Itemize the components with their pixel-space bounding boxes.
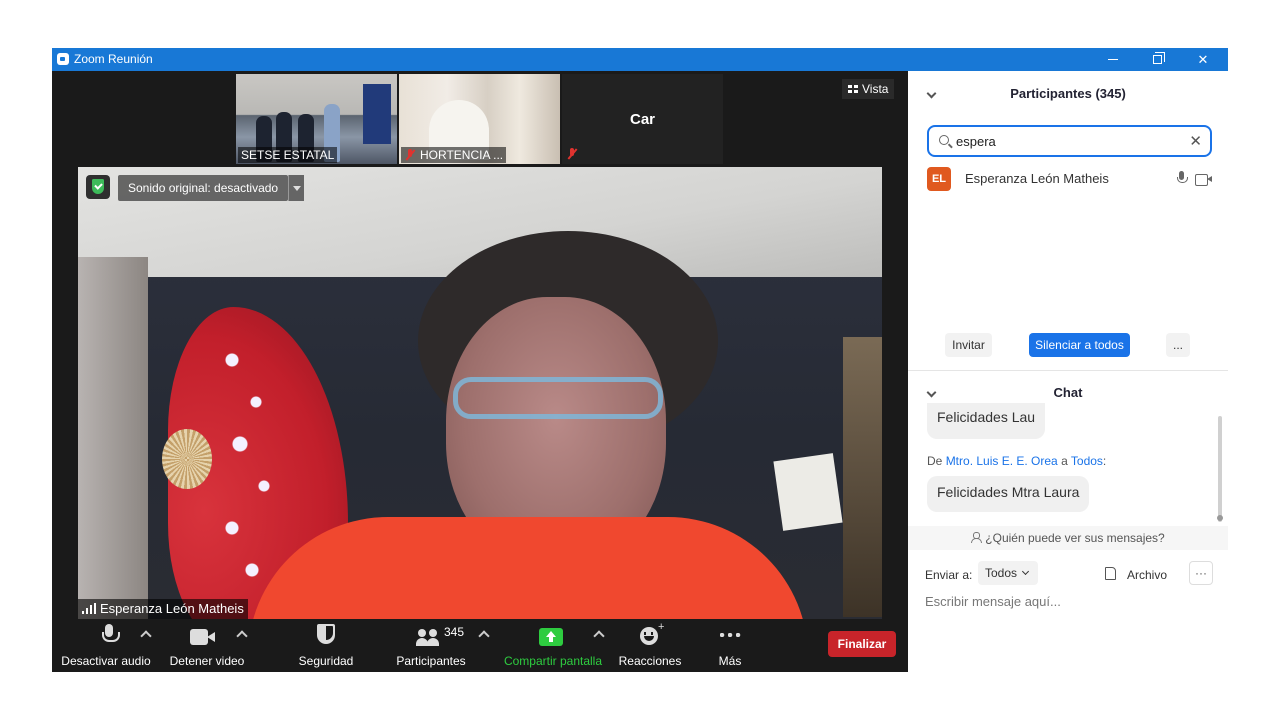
chat-scrollbar[interactable]	[1218, 416, 1222, 522]
chat-message: Felicidades Lau	[927, 403, 1046, 439]
chat-title: Chat	[1053, 385, 1083, 400]
share-screen-icon	[539, 628, 563, 646]
mute-all-button[interactable]: Silenciar a todos	[1029, 333, 1130, 357]
search-value: espera	[956, 134, 996, 149]
thumbnail-name: SETSE ESTATAL	[238, 147, 338, 163]
participant-search-input[interactable]: espera ✕	[927, 125, 1212, 157]
participants-icon	[416, 629, 440, 647]
grid-icon	[848, 85, 858, 93]
reactions-icon	[640, 627, 658, 645]
encryption-shield-icon[interactable]	[86, 175, 110, 199]
participant-row[interactable]: EL Esperanza León Matheis	[927, 167, 1217, 191]
maximize-button[interactable]	[1134, 48, 1180, 71]
audio-options-caret[interactable]	[140, 630, 152, 642]
main-video: Sonido original: desactivado Esperanza L…	[78, 167, 882, 619]
more-button[interactable]: Más	[708, 619, 752, 672]
recipient-link[interactable]: Todos	[1071, 454, 1103, 468]
view-button[interactable]: Vista	[842, 79, 895, 99]
minimize-icon	[1108, 59, 1118, 60]
chat-more-button[interactable]: ···	[1189, 561, 1213, 585]
speaker-name-tag: Esperanza León Matheis	[78, 599, 248, 619]
search-icon	[939, 135, 949, 145]
plus-icon: +	[658, 621, 665, 633]
mute-audio-button[interactable]: Desactivar audio	[56, 619, 156, 672]
restore-icon	[1152, 52, 1165, 64]
signal-icon	[82, 603, 96, 614]
sender-link[interactable]: Mtro. Luis E. E. Orea	[946, 454, 1058, 468]
file-icon[interactable]	[1105, 567, 1116, 580]
thumbnail-banner	[363, 84, 391, 144]
video-camera-icon	[190, 629, 216, 645]
end-meeting-button[interactable]: Finalizar	[828, 631, 896, 657]
minimize-button[interactable]	[1090, 48, 1136, 71]
avatar: EL	[927, 167, 951, 191]
window-title: Zoom Reunión	[74, 52, 153, 66]
chat-message-header: De Mtro. Luis E. E. Orea a Todos:	[927, 454, 1107, 468]
security-button[interactable]: Seguridad	[294, 619, 358, 672]
video-thumbnail[interactable]: SETSE ESTATAL	[236, 74, 397, 164]
person-icon	[971, 532, 983, 543]
video-thumbnail[interactable]: Car	[562, 74, 723, 164]
muted-mic-icon	[566, 148, 578, 160]
clear-search-icon[interactable]: ✕	[1189, 132, 1202, 150]
side-panel: Participantes (345) espera ✕ EL Esperanz…	[908, 71, 1228, 672]
chat-message-input[interactable]: Escribir mensaje aquí...	[925, 594, 1215, 609]
file-button[interactable]: Archivo	[1127, 568, 1167, 582]
microphone-icon	[102, 624, 120, 646]
microphone-icon[interactable]	[1177, 171, 1188, 185]
share-screen-button[interactable]: Compartir pantalla	[502, 619, 605, 672]
participants-button[interactable]: 345 Participantes	[394, 619, 490, 672]
reactions-button[interactable]: + Reacciones	[618, 619, 682, 672]
video-options-caret[interactable]	[236, 630, 248, 642]
panel-divider	[908, 370, 1228, 371]
stop-video-button[interactable]: Detener video	[166, 619, 248, 672]
send-to-dropdown[interactable]: Todos	[978, 561, 1038, 585]
chat-message: Felicidades Mtra Laura	[927, 476, 1090, 512]
thumbnail-name: HORTENCIA ...	[401, 147, 507, 163]
close-button[interactable]: ✕	[1180, 48, 1226, 71]
participants-options-caret[interactable]	[478, 630, 490, 642]
original-sound-button[interactable]: Sonido original: desactivado	[118, 175, 289, 201]
video-camera-icon[interactable]	[1195, 174, 1213, 186]
video-thumbnail[interactable]: HORTENCIA ...	[399, 74, 560, 164]
meeting-toolbar: Desactivar audio Detener video Seguridad…	[52, 619, 908, 672]
title-bar: Zoom Reunión ✕	[52, 48, 1228, 71]
close-icon: ✕	[1197, 51, 1209, 67]
participants-count: 345	[444, 625, 465, 639]
who-can-see-link[interactable]: ¿Quién puede ver sus mensajes?	[908, 526, 1228, 550]
chat-scrollbar-thumb[interactable]	[1217, 515, 1223, 521]
meeting-area: SETSE ESTATAL HORTENCIA ... Car Vista So…	[52, 71, 953, 672]
more-dots-icon	[720, 633, 742, 637]
zoom-app-icon	[57, 53, 69, 65]
send-to-label: Enviar a:	[925, 568, 973, 582]
thumbnail-name: Car	[629, 110, 655, 128]
share-options-caret[interactable]	[593, 630, 605, 642]
participants-more-button[interactable]: ...	[1166, 333, 1190, 357]
muted-mic-icon	[404, 149, 416, 161]
shield-icon	[317, 624, 335, 644]
zoom-window: Zoom Reunión ✕ SETSE ESTATAL HORTENCIA .…	[52, 48, 1228, 672]
invite-button[interactable]: Invitar	[945, 333, 992, 357]
participant-name: Esperanza León Matheis	[965, 171, 1109, 186]
participants-title: Participantes (345)	[1010, 86, 1126, 101]
original-sound-dropdown[interactable]	[288, 175, 304, 201]
